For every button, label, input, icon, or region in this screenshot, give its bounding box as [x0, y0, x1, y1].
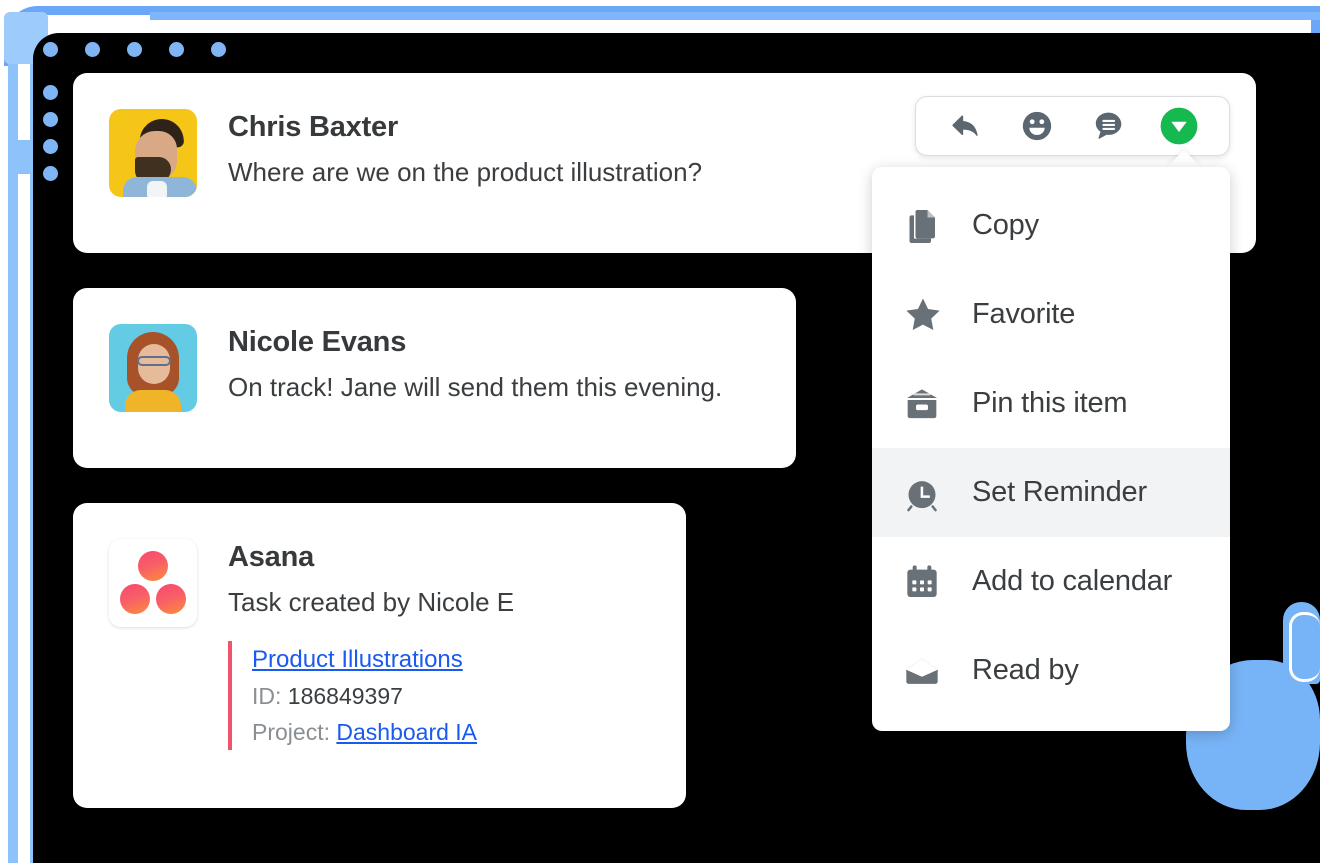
decorative-dot	[43, 166, 58, 181]
reply-icon	[949, 109, 983, 143]
envelope-icon	[902, 651, 954, 691]
task-id-value: 186849397	[288, 683, 403, 709]
menu-item-label: Set Reminder	[972, 476, 1147, 509]
message-action-toolbar	[915, 96, 1230, 156]
context-menu: Copy Favorite Pin this item Set Reminder Add…	[872, 167, 1230, 731]
decorative-blue-tab-outline	[1289, 612, 1320, 682]
menu-item-label: Add to calendar	[972, 565, 1172, 598]
integration-card-asana[interactable]: Asana Task created by Nicole E Product I…	[73, 503, 686, 808]
menu-caret	[1166, 150, 1202, 168]
comment-button[interactable]	[1086, 104, 1130, 148]
menu-item-set-reminder[interactable]: Set Reminder	[872, 448, 1230, 537]
calendar-icon	[902, 562, 954, 602]
decorative-dot	[43, 85, 58, 100]
menu-item-label: Pin this item	[972, 387, 1127, 420]
task-meta-block: Product Illustrations ID: 186849397 Proj…	[228, 641, 666, 750]
menu-item-read-by[interactable]: Read by	[872, 626, 1230, 715]
more-actions-button[interactable]	[1157, 104, 1201, 148]
task-link-row: Product Illustrations	[252, 641, 666, 678]
menu-item-copy[interactable]: Copy	[872, 181, 1230, 270]
emoji-icon	[1020, 109, 1054, 143]
integration-subtitle: Task created by Nicole E	[228, 585, 666, 619]
emoji-reaction-button[interactable]	[1015, 104, 1059, 148]
task-project-label: Project:	[252, 719, 330, 745]
decorative-dot	[43, 139, 58, 154]
integration-body: Asana Task created by Nicole E Product I…	[228, 539, 666, 750]
task-id-row: ID: 186849397	[252, 678, 666, 714]
comment-icon	[1091, 109, 1125, 143]
message-card-nicole[interactable]: Nicole Evans On track! Jane will send th…	[73, 288, 796, 468]
copy-icon	[902, 206, 954, 246]
sender-name: Nicole Evans	[228, 324, 776, 360]
message-text: On track! Jane will send them this eveni…	[228, 370, 776, 404]
app-name: Asana	[228, 539, 666, 575]
menu-item-pin-this-item[interactable]: Pin this item	[872, 359, 1230, 448]
decorative-dot	[169, 42, 184, 57]
message-body: Nicole Evans On track! Jane will send th…	[228, 324, 776, 404]
more-actions-icon	[1158, 105, 1200, 147]
menu-item-add-to-calendar[interactable]: Add to calendar	[872, 537, 1230, 626]
menu-item-label: Favorite	[972, 298, 1075, 331]
task-link[interactable]: Product Illustrations	[252, 646, 463, 673]
screenshot-root: Chris Baxter Where are we on the product…	[0, 0, 1320, 863]
decorative-dot	[85, 42, 100, 57]
task-project-link[interactable]: Dashboard IA	[336, 719, 477, 745]
decorative-dot	[211, 42, 226, 57]
asana-logo-icon	[109, 539, 197, 627]
menu-item-label: Copy	[972, 209, 1039, 242]
decorative-dot	[43, 112, 58, 127]
decorative-blue-stripe-top	[150, 12, 1320, 20]
task-project-row: Project: Dashboard IA	[252, 714, 666, 750]
star-icon	[902, 294, 954, 336]
task-id-label: ID:	[252, 683, 281, 709]
reply-button[interactable]	[944, 104, 988, 148]
avatar	[109, 324, 197, 412]
decorative-dot	[43, 42, 58, 57]
avatar	[109, 109, 197, 197]
menu-item-label: Read by	[972, 654, 1079, 687]
decorative-dot	[127, 42, 142, 57]
archive-box-icon	[902, 384, 954, 424]
alarm-clock-icon	[902, 473, 954, 513]
menu-item-favorite[interactable]: Favorite	[872, 270, 1230, 359]
